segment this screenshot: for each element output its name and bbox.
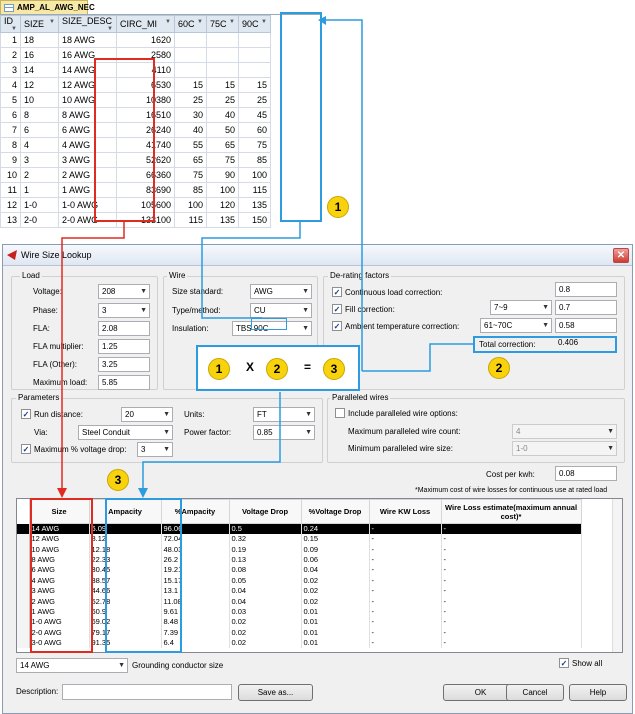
ampacity-column-highlight [105,498,182,653]
step-2-badge: 2 [266,358,288,380]
blue-connector-ampacity [142,392,281,495]
90c-column-highlight [280,12,322,222]
step-2-marker: 2 [488,357,510,379]
formula-box: 1 X 2 = 3 [196,345,360,391]
step-3-badge: 3 [323,358,345,380]
total-correction-highlight [473,336,617,353]
insulation-highlight [251,318,287,330]
blue-arrowhead-ampacity [138,488,148,498]
size-desc-highlight [94,58,155,222]
step-3-marker: 3 [107,469,129,491]
equals-sign: = [304,360,312,374]
red-connector [61,222,125,495]
red-arrowhead [57,488,67,498]
step-1-marker: 1 [327,196,349,218]
blue-connector-insulation [201,222,301,319]
size-column-highlight [30,498,93,653]
multiply-sign: X [246,360,255,374]
blue-connector-total [362,343,473,372]
step-1-badge: 1 [208,358,230,380]
